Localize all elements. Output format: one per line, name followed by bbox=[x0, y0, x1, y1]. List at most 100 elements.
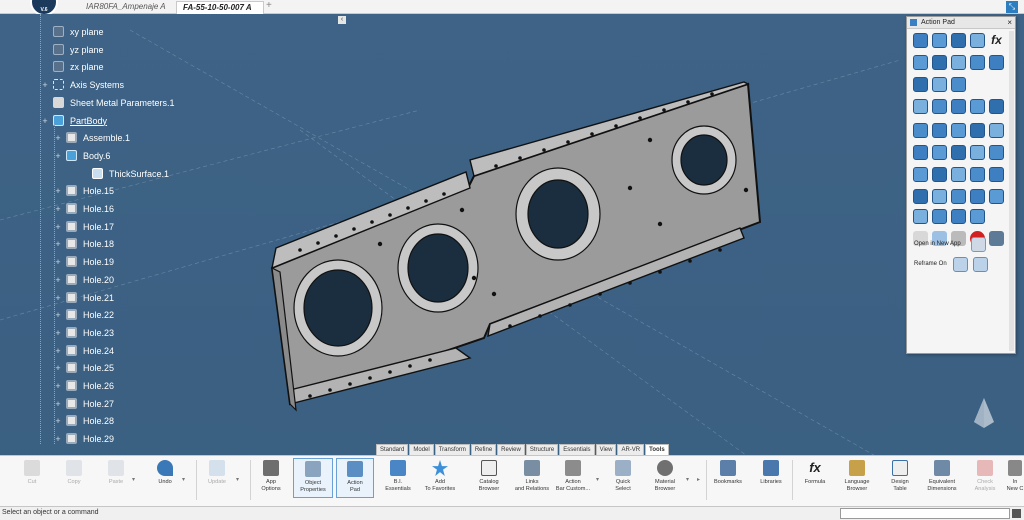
ribbon-tab-view[interactable]: View bbox=[595, 444, 617, 455]
tree-item[interactable]: + Hole.21 bbox=[55, 290, 114, 306]
tool-icon[interactable] bbox=[913, 145, 928, 160]
tool-icon[interactable] bbox=[970, 99, 985, 114]
tree-item[interactable]: + Assemble.1 bbox=[55, 130, 130, 146]
expand-icon[interactable]: + bbox=[54, 187, 62, 196]
expand-icon[interactable]: + bbox=[54, 435, 62, 444]
search-icon[interactable] bbox=[971, 237, 986, 252]
expand-icon[interactable]: + bbox=[41, 81, 49, 90]
tree-item[interactable]: + Hole.20 bbox=[55, 272, 114, 288]
tool-icon[interactable] bbox=[951, 99, 966, 114]
tool-icon[interactable] bbox=[989, 123, 1004, 138]
tool-icon[interactable] bbox=[913, 189, 928, 204]
tree-item[interactable]: zx plane bbox=[53, 59, 104, 75]
undo-button[interactable]: Undo bbox=[152, 458, 178, 486]
tool-icon[interactable] bbox=[913, 99, 928, 114]
globe-icon[interactable] bbox=[989, 231, 1004, 246]
ribbon-tab-review[interactable]: Review bbox=[497, 444, 525, 455]
update-dropdown-arrow[interactable]: ▾ bbox=[236, 476, 239, 483]
tree-item[interactable]: + Hole.25 bbox=[55, 360, 114, 376]
tool-icon[interactable] bbox=[970, 145, 985, 160]
tree-collapse-button[interactable]: ‹ bbox=[338, 16, 346, 24]
tool-icon[interactable] bbox=[951, 145, 966, 160]
tree-item[interactable]: + Hole.28 bbox=[55, 413, 114, 429]
expand-icon[interactable]: + bbox=[54, 364, 62, 373]
material-dropdown-arrow[interactable]: ▾ bbox=[686, 476, 689, 483]
tree-item[interactable]: + Hole.26 bbox=[55, 378, 114, 394]
expand-icon[interactable]: + bbox=[54, 134, 62, 143]
quick-select-button[interactable]: Quick Select bbox=[608, 458, 638, 492]
action-pad-scrollbar[interactable] bbox=[1009, 31, 1014, 351]
action-pad-button[interactable]: Action Pad bbox=[336, 458, 374, 498]
tool-icon[interactable] bbox=[932, 123, 947, 138]
status-settings-icon[interactable] bbox=[1012, 509, 1021, 518]
tool-icon[interactable] bbox=[932, 189, 947, 204]
undo-dropdown-arrow[interactable]: ▾ bbox=[182, 476, 185, 483]
catalog-browser-button[interactable]: Catalog Browser bbox=[470, 458, 508, 492]
tool-icon[interactable] bbox=[970, 33, 985, 48]
update-button[interactable]: Update bbox=[202, 458, 232, 486]
tool-icon[interactable] bbox=[932, 33, 947, 48]
tool-icon[interactable] bbox=[913, 167, 928, 182]
ribbon-tab-refine[interactable]: Refine bbox=[470, 444, 497, 455]
bi-essentials-button[interactable]: B.I. Essentials bbox=[380, 458, 416, 492]
ribbon-tab-structure[interactable]: Structure bbox=[525, 444, 559, 455]
command-input[interactable] bbox=[840, 508, 1010, 519]
tool-icon[interactable] bbox=[989, 189, 1004, 204]
tree-item[interactable]: Sheet Metal Parameters.1 bbox=[53, 95, 175, 111]
paste-dropdown-arrow[interactable]: ▾ bbox=[132, 476, 135, 483]
expand-icon[interactable]: + bbox=[54, 258, 62, 267]
expand-icon[interactable]: + bbox=[54, 346, 62, 355]
tool-icon[interactable] bbox=[951, 209, 966, 224]
equivalent-dimensions-button[interactable]: Equivalent Dimensions bbox=[922, 458, 962, 492]
formula-button[interactable]: fx Formula bbox=[798, 458, 832, 486]
paste-button[interactable]: Paste bbox=[104, 458, 128, 486]
tool-icon[interactable] bbox=[913, 123, 928, 138]
expand-icon[interactable]: + bbox=[54, 328, 62, 337]
tool-icon[interactable] bbox=[913, 209, 928, 224]
action-bar-customization-button[interactable]: Action Bar Custom... bbox=[553, 458, 593, 492]
ribbon-scroll-arrow[interactable]: ▸ bbox=[697, 476, 700, 483]
tool-icon[interactable] bbox=[989, 167, 1004, 182]
ribbon-tab-transform[interactable]: Transform bbox=[434, 444, 470, 455]
ribbon-tab-model[interactable]: Model bbox=[409, 444, 434, 455]
bookmarks-button[interactable]: Bookmarks bbox=[710, 458, 746, 486]
tool-icon[interactable] bbox=[913, 55, 928, 70]
tool-icon[interactable] bbox=[989, 145, 1004, 160]
tree-item[interactable]: + Hole.29 bbox=[55, 431, 114, 447]
expand-icon[interactable]: + bbox=[54, 222, 62, 231]
tree-item[interactable]: ThickSurface.1 bbox=[92, 166, 169, 182]
tree-item[interactable]: + Hole.17 bbox=[55, 219, 114, 235]
tool-icon[interactable] bbox=[913, 77, 928, 92]
ribbon-tab-ar-vr[interactable]: AR-VR bbox=[617, 444, 645, 455]
tool-icon[interactable] bbox=[951, 189, 966, 204]
tool-icon[interactable] bbox=[951, 33, 966, 48]
tree-item[interactable]: + Hole.15 bbox=[55, 183, 114, 199]
design-table-button[interactable]: Design Table bbox=[882, 458, 918, 492]
expand-icon[interactable]: ⤡ bbox=[1006, 1, 1018, 13]
ribbon-tab-essentials[interactable]: Essentials bbox=[559, 444, 595, 455]
tool-icon[interactable] bbox=[951, 55, 966, 70]
tool-icon[interactable] bbox=[970, 167, 985, 182]
action-bar-dropdown-arrow[interactable]: ▾ bbox=[596, 476, 599, 483]
tree-item[interactable]: + Hole.22 bbox=[55, 307, 114, 323]
app-options-button[interactable]: App Options bbox=[256, 458, 286, 492]
tool-icon[interactable] bbox=[951, 167, 966, 182]
expand-icon[interactable]: + bbox=[54, 311, 62, 320]
ribbon-tab-tools[interactable]: Tools bbox=[645, 444, 669, 455]
compass-icon[interactable] bbox=[964, 394, 1004, 434]
links-relations-button[interactable]: Links and Relations bbox=[512, 458, 552, 492]
expand-icon[interactable]: + bbox=[54, 399, 62, 408]
tree-item[interactable]: + Hole.24 bbox=[55, 343, 114, 359]
document-tab-fa-55[interactable]: FA-55-10-50-007 A bbox=[176, 1, 264, 14]
formula-icon[interactable]: fx bbox=[989, 33, 1004, 48]
tool-icon[interactable] bbox=[970, 55, 985, 70]
expand-icon[interactable]: + bbox=[54, 205, 62, 214]
tool-icon[interactable] bbox=[932, 167, 947, 182]
tool-icon[interactable] bbox=[932, 145, 947, 160]
tree-item[interactable]: + Hole.27 bbox=[55, 396, 114, 412]
copy-button[interactable]: Copy bbox=[62, 458, 86, 486]
tree-item[interactable]: + Hole.16 bbox=[55, 201, 114, 217]
reframe-camera-icon[interactable] bbox=[973, 257, 988, 272]
tool-icon[interactable] bbox=[970, 209, 985, 224]
object-properties-button[interactable]: Object Properties bbox=[293, 458, 333, 498]
